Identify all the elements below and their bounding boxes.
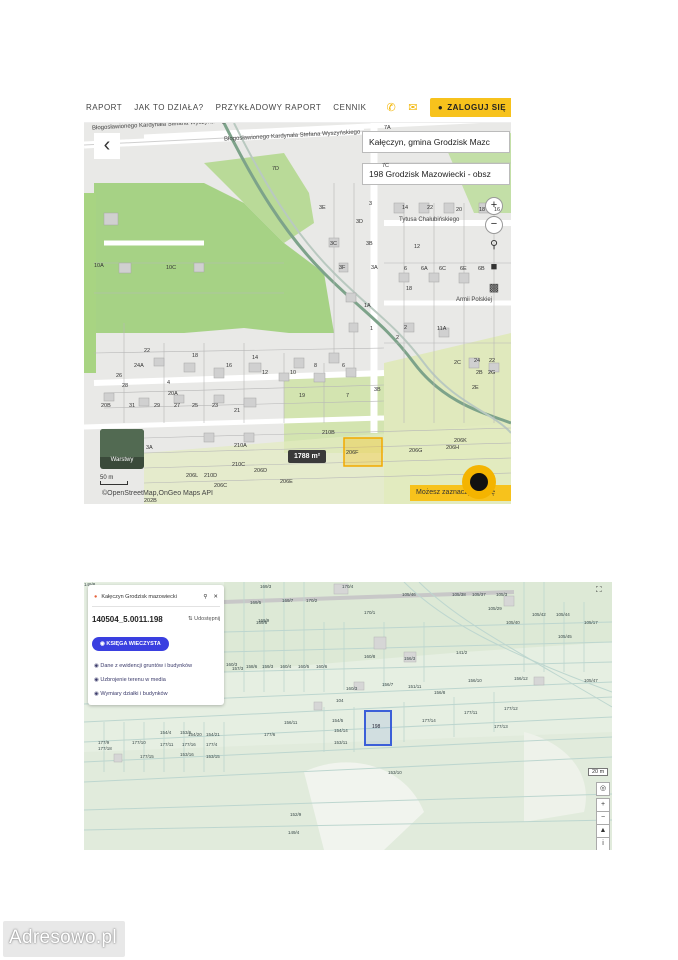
back-button[interactable]: ‹ <box>94 133 120 159</box>
map-attribution[interactable]: ©OpenStreetMap,OnGeo Maps API <box>102 490 213 497</box>
top-screenshot: RAPORT JAK TO DZIAŁA? PRZYKŁADOWY RAPORT… <box>84 92 511 504</box>
info-icon[interactable]: i <box>596 837 610 850</box>
utilities-label: Uzbrojenie terenu w media <box>100 677 166 683</box>
utilities-link[interactable]: ◉ Uzbrojenie terenu w media <box>94 677 166 683</box>
watermark-logo: Adresowo.pl <box>2 920 126 958</box>
nav-link-sample-report[interactable]: PRZYKŁADOWY RAPORT <box>216 103 322 112</box>
zoom-out-button[interactable]: − <box>485 216 503 234</box>
eye-icon: ◉ <box>100 641 105 647</box>
parcel-dimensions-label: Wymiary działki i budynków <box>100 691 168 697</box>
land-register-button[interactable]: ◉ KSIĘGA WIECZYSTA <box>92 637 169 651</box>
share-label: Udostępnij <box>194 616 221 622</box>
street-label-chalubinskiego: Tytusa Chałubińskiego <box>399 217 460 223</box>
layers-button[interactable]: Warstwy <box>100 429 144 469</box>
chat-icon <box>470 473 488 491</box>
ruler-icon[interactable]: ▩ <box>486 280 502 296</box>
cadastral-scale-label: 20 m <box>588 768 609 776</box>
share-link[interactable]: ⇅ Udostępnij <box>188 616 220 622</box>
street-label-armii-polskiej: Armii Polskiej <box>456 297 493 303</box>
login-button[interactable]: ● ZALOGUJ SIĘ <box>429 97 511 117</box>
address-locality-box[interactable]: Kałęczyn, gmina Grodzisk Mazc <box>362 131 510 153</box>
zoom-in-button[interactable]: + <box>485 197 503 215</box>
eye-icon: ◉ <box>94 677 99 683</box>
search-icon[interactable]: ⚲ <box>486 237 502 253</box>
layers-label: Warstwy <box>110 457 134 463</box>
chat-button[interactable] <box>462 465 496 499</box>
locate-icon[interactable]: ◎ <box>596 782 610 796</box>
draw-polygon-icon[interactable]: ■ <box>486 259 502 275</box>
satellite-thumbnail <box>100 429 144 457</box>
address-parcel-box[interactable]: 198 Grodzisk Mazowiecki - obsz <box>362 163 510 185</box>
select-parcel-hint: Możesz zaznaczyć działę <box>410 485 511 501</box>
parcel-map[interactable]: Błogosławionego Kardynała Stefana Wyszyń… <box>84 123 511 504</box>
mail-icon[interactable]: ✉ <box>408 101 418 114</box>
share-icon: ⇅ <box>188 616 193 622</box>
zoom-out-button[interactable]: − <box>596 811 610 825</box>
eye-icon: ◉ <box>94 691 99 697</box>
bottom-screenshot: 169/3 170/4 169/5 169/7 170/2 169/9 170/1 169/8… <box>84 582 612 850</box>
map-scale-label: 50 m <box>100 475 114 481</box>
login-button-label: ZALOGUJ SIĘ <box>447 102 507 112</box>
nav-link-pricing[interactable]: CENNIK <box>333 103 366 112</box>
land-register-button-label: KSIĘGA WIECZYSTA <box>106 641 161 647</box>
location-search-text: Kałęczyn Grodzisk mazowiecki <box>101 594 177 600</box>
parcel-dimensions-link[interactable]: ◉ Wymiary działki i budynków <box>94 691 168 697</box>
parcel-area-label: 1788 m² <box>288 450 327 463</box>
zoom-in-button[interactable]: + <box>596 798 610 812</box>
watermark-text: Adresowo.pl <box>9 927 117 948</box>
search-icon[interactable]: ⚲ <box>203 594 207 600</box>
nav-link-how-it-works[interactable]: JAK TO DZIAŁA? <box>134 103 203 112</box>
fullscreen-icon[interactable]: ⛶ <box>596 585 602 595</box>
parcel-info-panel: ● Kałęczyn Grodzisk mazowiecki ⚲ ✕ 14050… <box>88 585 224 705</box>
land-registry-data-label: Dane z ewidencji gruntów i budynków <box>100 663 193 669</box>
parcel-id: 140504_5.0011.198 <box>92 615 163 624</box>
map-scale: 50 m <box>100 475 128 485</box>
location-search-bar[interactable]: ● Kałęczyn Grodzisk mazowiecki ⚲ ✕ <box>94 591 218 603</box>
location-pin-icon: ● <box>94 594 98 600</box>
eye-icon: ◉ <box>94 663 99 669</box>
scale-bar <box>100 481 128 485</box>
user-icon: ● <box>437 102 444 112</box>
land-registry-data-link[interactable]: ◉ Dane z ewidencji gruntów i budynków <box>94 663 192 669</box>
selected-parcel-label: 198 <box>372 724 381 730</box>
phone-icon[interactable]: ✆ <box>386 101 396 114</box>
nav-link-raport[interactable]: RAPORT <box>86 103 122 112</box>
selected-parcel-outline[interactable]: 198 <box>364 710 392 746</box>
compass-icon[interactable]: ▲ <box>596 824 610 838</box>
panel-divider <box>92 606 220 607</box>
close-icon[interactable]: ✕ <box>213 594 218 600</box>
top-navbar: RAPORT JAK TO DZIAŁA? PRZYKŁADOWY RAPORT… <box>84 92 511 123</box>
